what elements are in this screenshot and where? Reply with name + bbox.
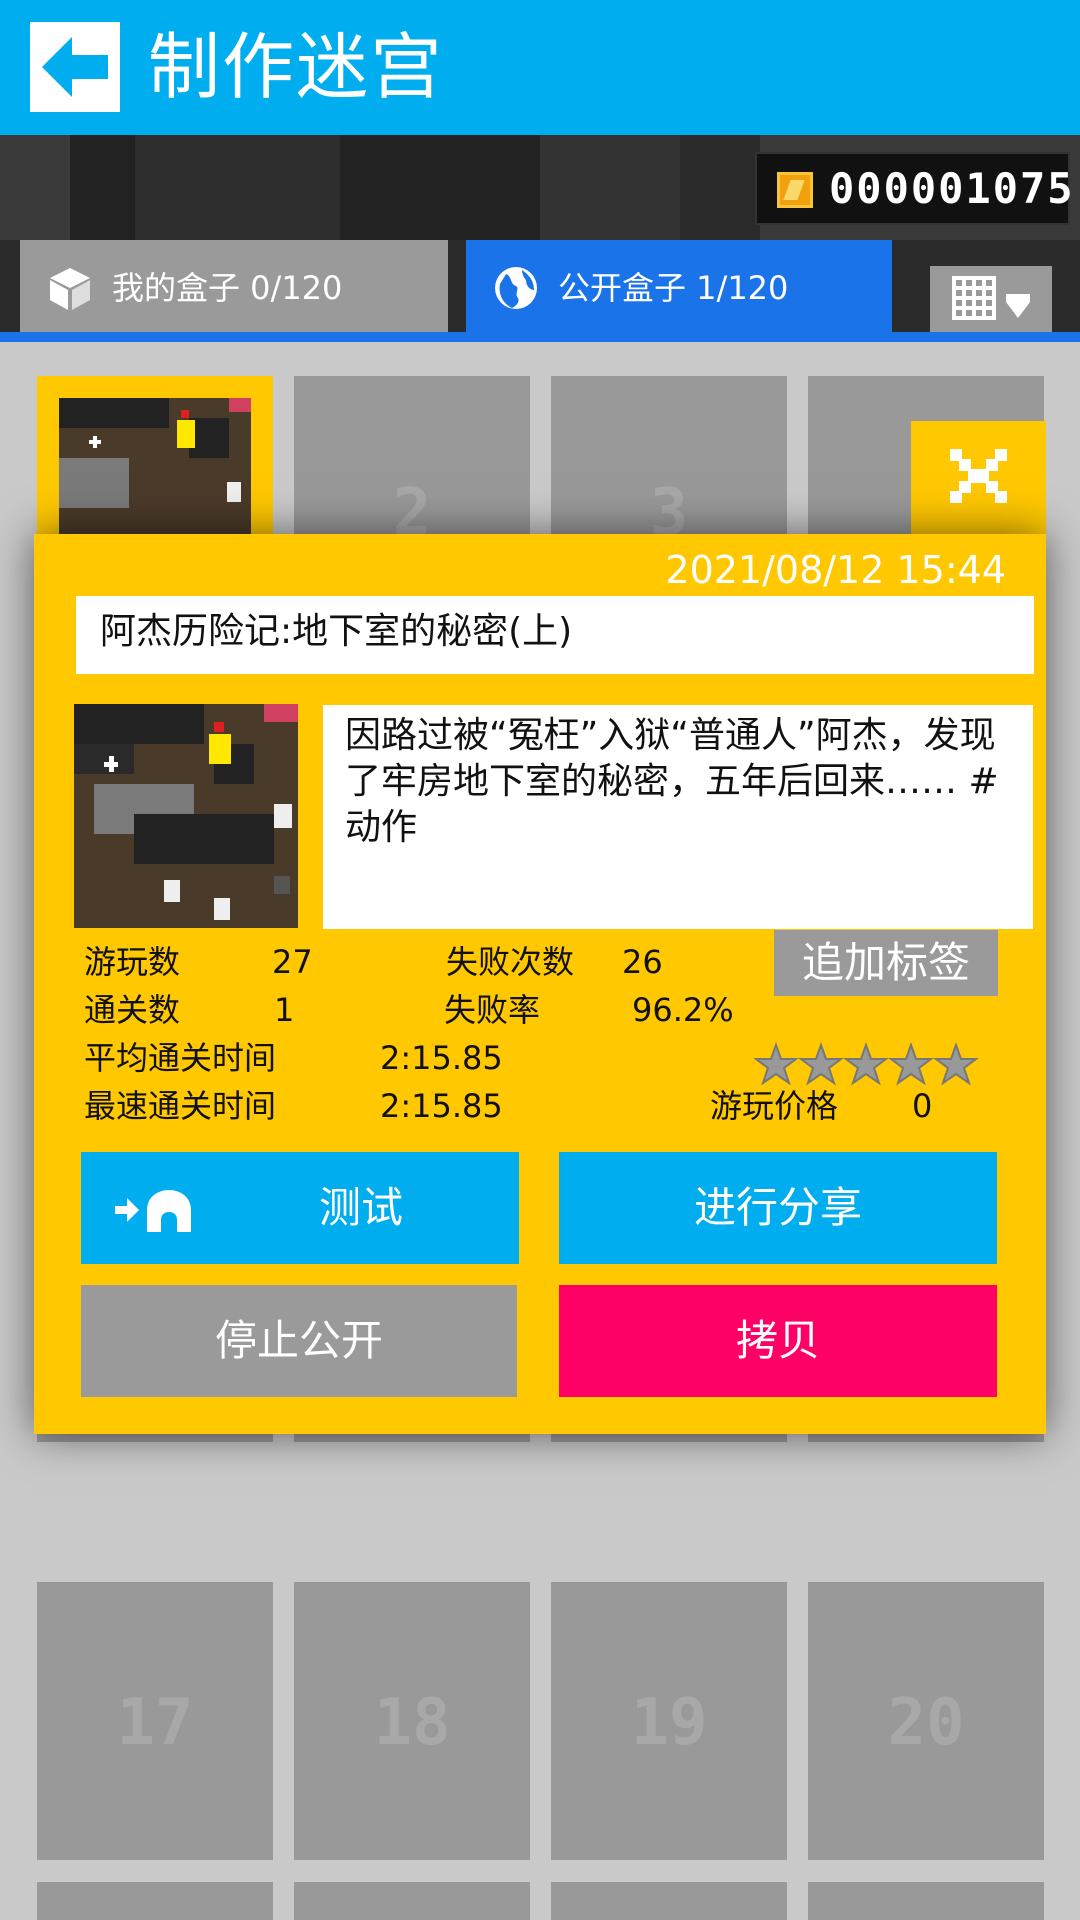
star-icon bbox=[798, 1042, 844, 1086]
back-button[interactable] bbox=[30, 22, 120, 112]
coin-icon bbox=[777, 172, 813, 208]
avg-time-label: 平均通关时间 bbox=[84, 1039, 277, 1077]
clears-label: 通关数 bbox=[84, 991, 181, 1029]
star-icon bbox=[753, 1042, 799, 1086]
rating-stars bbox=[753, 1042, 984, 1092]
star-icon bbox=[888, 1042, 934, 1086]
maze-description-field[interactable]: 因路过被“冤枉”入狱“普通人”阿杰，发现了牢房地下室的秘密，五年后回来…… #动… bbox=[323, 705, 1033, 929]
box-slot-number: 19 bbox=[630, 1686, 708, 1760]
grid-view-dropdown-icon bbox=[952, 276, 1030, 320]
tab-my-boxes[interactable]: 我的盒子 0/120 bbox=[20, 240, 448, 332]
tab-underline bbox=[0, 332, 1080, 342]
plays-label: 游玩数 bbox=[84, 943, 181, 981]
add-tag-button[interactable]: 追加标签 bbox=[774, 930, 998, 996]
fail-rate-value: 96.2% bbox=[632, 991, 734, 1029]
box-slot-number: 18 bbox=[373, 1686, 451, 1760]
copy-button[interactable]: 拷贝 bbox=[559, 1285, 997, 1397]
star-icon bbox=[843, 1042, 889, 1086]
stop-public-button[interactable]: 停止公开 bbox=[81, 1285, 517, 1397]
box-slot-19[interactable]: 19 bbox=[551, 1582, 787, 1860]
box-slot-21[interactable] bbox=[37, 1882, 273, 1920]
star-icon bbox=[933, 1042, 979, 1086]
back-arrow-icon bbox=[42, 37, 108, 97]
best-time-label: 最速通关时间 bbox=[84, 1087, 277, 1125]
avg-time-value: 2:15.85 bbox=[380, 1039, 503, 1077]
share-button[interactable]: 进行分享 bbox=[559, 1152, 997, 1264]
clears-value: 1 bbox=[274, 991, 295, 1029]
box-slot-17[interactable]: 17 bbox=[37, 1582, 273, 1860]
maze-preview-image bbox=[74, 704, 298, 928]
tab-public-boxes-label: 公开盒子 1/120 bbox=[558, 269, 789, 307]
box-slot-22[interactable] bbox=[294, 1882, 530, 1920]
tab-bar: 我的盒子 0/120 公开盒子 1/120 bbox=[0, 240, 1080, 342]
top-bar: 制作迷宫 bbox=[0, 0, 1080, 135]
maze-name: 阿杰历险记:地下室的秘密(上) bbox=[100, 611, 573, 652]
test-button-label: 测试 bbox=[318, 1183, 403, 1232]
grid-view-button[interactable] bbox=[930, 266, 1052, 332]
enter-maze-icon bbox=[115, 1190, 191, 1232]
maze-name-field[interactable]: 阿杰历险记:地下室的秘密(上) bbox=[76, 596, 1034, 674]
plays-value: 27 bbox=[272, 943, 313, 981]
fails-label: 失败次数 bbox=[446, 943, 575, 981]
box-slot-24[interactable] bbox=[808, 1882, 1044, 1920]
close-button[interactable] bbox=[911, 421, 1046, 541]
box-slot-23[interactable] bbox=[551, 1882, 787, 1920]
coin-value: 000001075 bbox=[829, 164, 1075, 213]
tab-public-boxes[interactable]: 公开盒子 1/120 bbox=[466, 240, 892, 332]
best-time-value: 2:15.85 bbox=[380, 1087, 503, 1125]
box-slot-number: 17 bbox=[116, 1686, 194, 1760]
tab-my-boxes-label: 我的盒子 0/120 bbox=[112, 269, 343, 307]
globe-icon bbox=[495, 267, 537, 309]
test-button[interactable]: 测试 bbox=[81, 1152, 519, 1264]
coin-counter: 000001075 bbox=[755, 152, 1073, 225]
close-icon bbox=[950, 449, 1007, 503]
box-slot-number: 20 bbox=[887, 1686, 965, 1760]
fails-value: 26 bbox=[622, 943, 663, 981]
fail-rate-label: 失败率 bbox=[444, 991, 541, 1029]
box-slot-18[interactable]: 18 bbox=[294, 1582, 530, 1860]
box-slot-20[interactable]: 20 bbox=[808, 1582, 1044, 1860]
maze-detail-dialog: 2021/08/12 15:44 阿杰历险记:地下室的秘密(上) 因路过被“冤枉… bbox=[34, 534, 1046, 1434]
cube-icon bbox=[50, 268, 90, 310]
page-title: 制作迷宫 bbox=[148, 25, 445, 109]
created-date: 2021/08/12 15:44 bbox=[665, 548, 1006, 592]
maze-description: 因路过被“冤枉”入狱“普通人”阿杰，发现了牢房地下室的秘密，五年后回来…… #动… bbox=[345, 715, 999, 848]
